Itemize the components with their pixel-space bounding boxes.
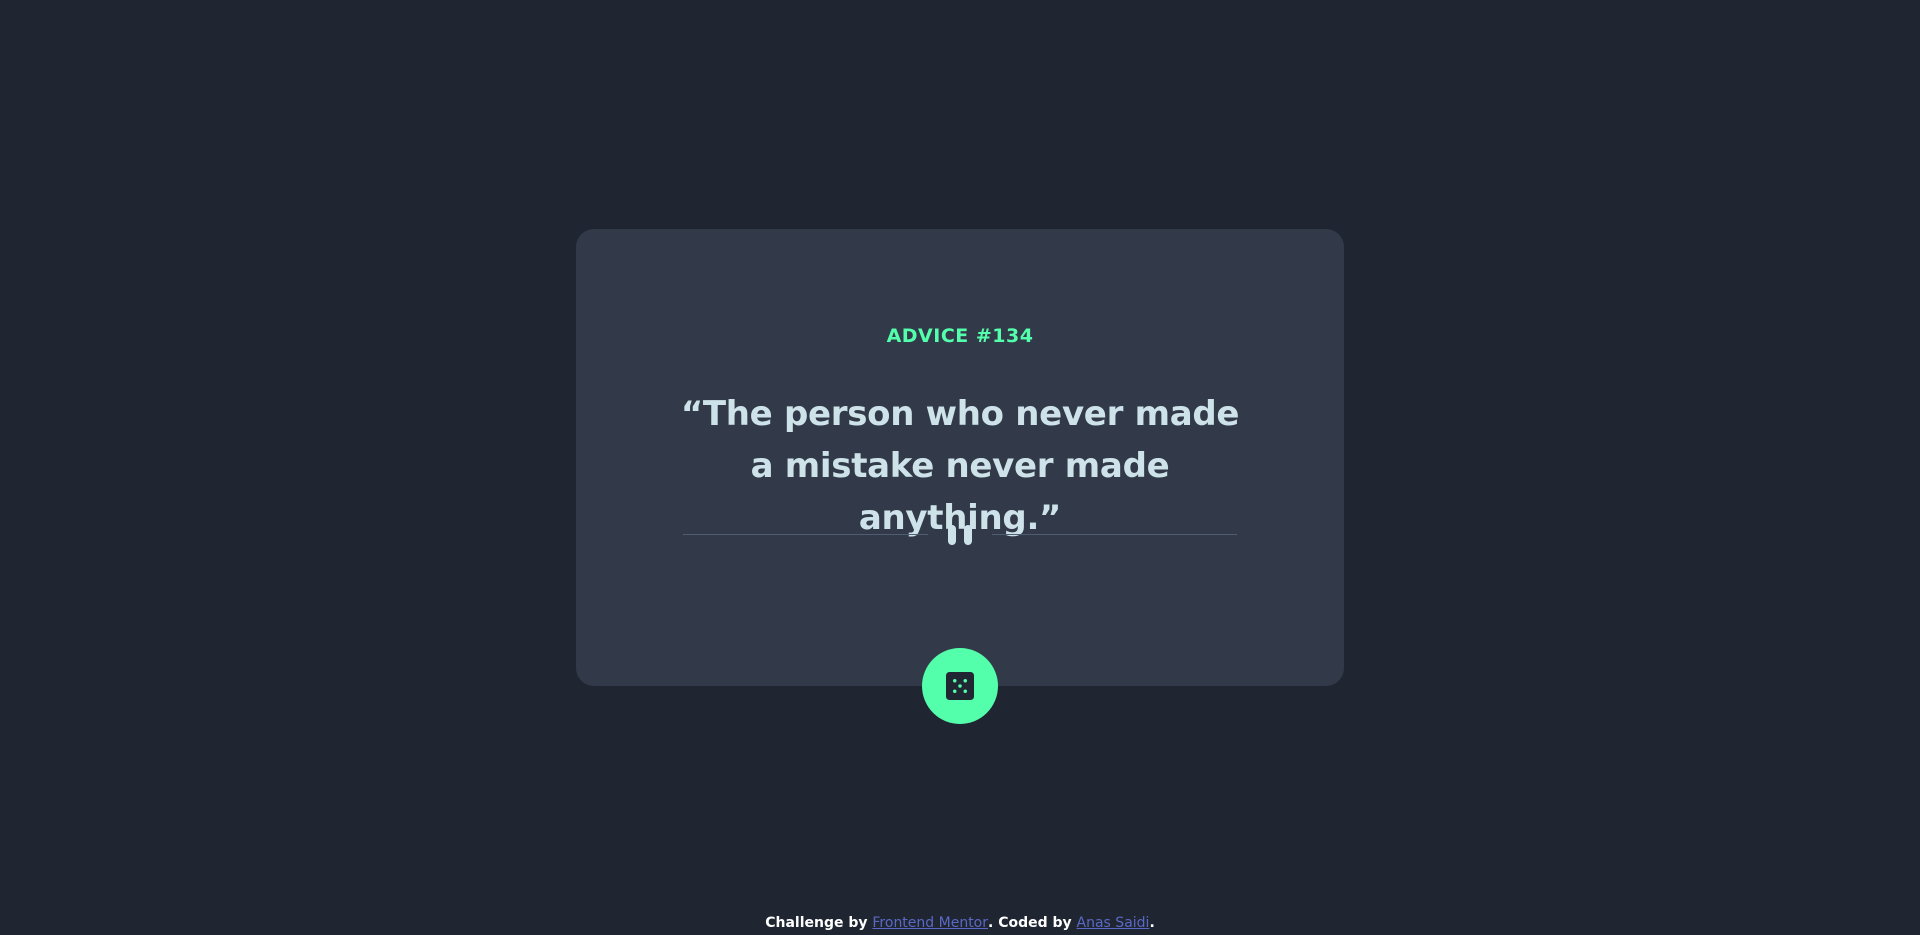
footer-suffix: . xyxy=(1149,915,1155,931)
advice-card: ADVICE #134 “The person who never made a… xyxy=(576,229,1344,686)
attribution-footer: Challenge by Frontend Mentor. Coded by A… xyxy=(0,915,1920,931)
pause-icon xyxy=(944,525,976,545)
advice-quote: “The person who never made a mistake nev… xyxy=(680,394,1240,538)
author-link[interactable]: Anas Saidi xyxy=(1077,915,1150,931)
footer-middle: . Coded by xyxy=(988,915,1077,931)
divider xyxy=(683,525,1237,545)
divider-line-right xyxy=(992,534,1237,535)
frontend-mentor-link[interactable]: Frontend Mentor xyxy=(872,915,988,931)
new-advice-button[interactable] xyxy=(922,648,998,724)
page: ADVICE #134 “The person who never made a… xyxy=(0,0,1920,935)
dice-icon xyxy=(946,672,974,700)
advice-id: ADVICE #134 xyxy=(886,325,1034,347)
footer-prefix: Challenge by xyxy=(765,915,873,931)
divider-line-left xyxy=(683,534,928,535)
